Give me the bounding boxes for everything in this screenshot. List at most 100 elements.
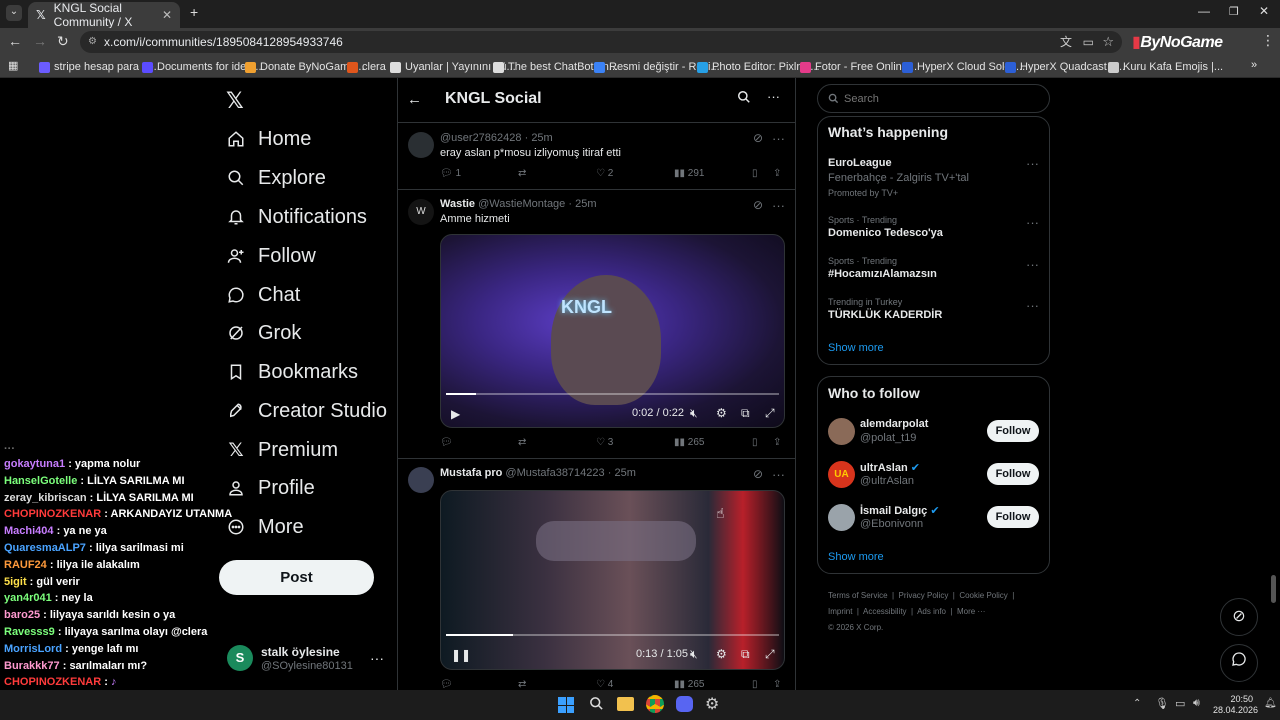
tweet-more-icon[interactable]: ··· xyxy=(772,198,785,213)
avatar[interactable]: S xyxy=(227,645,253,671)
nav-follow[interactable]: Follow xyxy=(226,241,316,271)
trend-more-icon[interactable]: ··· xyxy=(1026,156,1039,171)
retweet-button[interactable]: ⇄ xyxy=(518,168,526,179)
taskbar-search-icon[interactable] xyxy=(589,696,604,714)
restore-button[interactable]: ❐ xyxy=(1229,5,1239,18)
active-tab[interactable]: 𝕏 KNGL Social Community / X ✕ xyxy=(28,1,180,29)
network-icon[interactable]: ▭ xyxy=(1175,697,1185,710)
bookmark-item[interactable]: Kuru Kafa Emojis |... xyxy=(1108,59,1223,75)
nav-notifications[interactable]: Notifications xyxy=(226,202,367,232)
grok-icon[interactable]: ⊘ xyxy=(753,467,763,481)
trend-name[interactable]: #HocamızıAlamazsın xyxy=(828,268,937,280)
trend-more-icon[interactable]: ··· xyxy=(1026,298,1039,313)
retweet-button[interactable]: ⇄ xyxy=(518,679,526,690)
follow-button[interactable]: Follow xyxy=(987,463,1039,485)
tweet-time[interactable]: 25m xyxy=(614,467,635,479)
back-arrow-icon[interactable]: ← xyxy=(407,91,422,108)
menu-icon[interactable]: ⋮ xyxy=(1261,32,1275,49)
search-input[interactable] xyxy=(844,90,1034,107)
nav-home[interactable]: Home xyxy=(226,124,311,154)
follow-button[interactable]: Follow xyxy=(987,506,1039,528)
bookmark-icon[interactable]: ▯ xyxy=(752,679,758,690)
grok-icon[interactable]: ⊘ xyxy=(753,198,763,212)
tweet-handle[interactable]: @Mustafa38714223 xyxy=(505,467,604,479)
mute-icon[interactable]: 🔇︎ xyxy=(690,406,698,421)
avatar[interactable] xyxy=(408,132,434,158)
discord-icon[interactable] xyxy=(676,696,693,712)
trend-more-icon[interactable]: ··· xyxy=(1026,257,1039,272)
bynogame-extension[interactable]: ▮ByNoGame xyxy=(1132,32,1223,52)
more-bookmarks-icon[interactable]: » xyxy=(1251,59,1257,71)
search-box[interactable] xyxy=(817,84,1050,113)
footer-link[interactable]: Privacy Policy xyxy=(899,591,949,600)
settings-gear-icon[interactable]: ⚙ xyxy=(705,694,719,714)
share-icon[interactable]: ⇪ xyxy=(773,168,781,179)
translate-icon[interactable]: 文 xyxy=(1060,31,1072,53)
tab-search-button[interactable]: ⌄ xyxy=(6,5,22,21)
file-explorer-icon[interactable] xyxy=(617,697,634,711)
pause-icon[interactable]: ❚❚ xyxy=(451,648,471,662)
play-icon[interactable]: ▶ xyxy=(451,407,460,421)
nav-premium[interactable]: 𝕏 Premium xyxy=(226,435,338,465)
back-icon[interactable]: ← xyxy=(8,33,22,49)
video-player[interactable]: ☝ ❚❚ 0:13 / 1:05 🔇︎ ⚙ ⧉ ⤢ xyxy=(440,490,785,670)
fullscreen-icon[interactable]: ⤢ xyxy=(765,647,775,662)
nav-chat[interactable]: Chat xyxy=(226,280,300,310)
reload-icon[interactable]: ↻ xyxy=(57,33,69,50)
chrome-icon[interactable] xyxy=(646,695,664,713)
trend-name[interactable]: EuroLeague xyxy=(828,157,892,169)
avatar[interactable]: UA xyxy=(828,461,855,488)
trend-name[interactable]: TÜRKLÜK KADERDİR xyxy=(828,309,942,321)
tray-chevron-icon[interactable]: ⌃ xyxy=(1133,698,1141,709)
nav-bookmarks[interactable]: Bookmarks xyxy=(226,357,358,387)
tweet-time[interactable]: 25m xyxy=(575,198,596,210)
trends-show-more-link[interactable]: Show more xyxy=(828,342,884,354)
new-tab-button[interactable]: + xyxy=(190,4,198,20)
footer-link[interactable]: More ··· xyxy=(957,607,985,616)
tweet-more-icon[interactable]: ··· xyxy=(772,131,785,146)
grok-icon[interactable]: ⊘ xyxy=(753,131,763,145)
star-icon[interactable]: ☆ xyxy=(1102,31,1114,53)
apps-icon[interactable]: ▦ xyxy=(8,59,18,72)
notifications-icon[interactable]: 🔔︎ xyxy=(1264,698,1277,709)
forward-icon[interactable]: → xyxy=(33,33,47,49)
trend-name[interactable]: Domenico Tedesco'ya xyxy=(828,227,943,239)
avatar[interactable] xyxy=(408,467,434,493)
settings-icon[interactable]: ⚙ xyxy=(716,406,727,420)
footer-link[interactable]: Accessibility xyxy=(863,607,907,616)
reply-button[interactable]: 💬︎ xyxy=(440,679,453,690)
reply-button[interactable]: 💬︎ 1 xyxy=(440,168,461,179)
clock[interactable]: 20:50 28.04.2026 xyxy=(1213,694,1258,716)
site-info-icon[interactable]: ⚙ xyxy=(88,31,97,53)
bookmark-icon[interactable]: ▯ xyxy=(752,168,758,179)
microphone-icon[interactable]: 🎙︎ xyxy=(1155,697,1169,710)
suggested-user-name[interactable]: İsmail Dalgıç ✔ xyxy=(860,504,940,517)
tweet-author-name[interactable]: Wastie xyxy=(440,198,475,210)
pip-icon[interactable]: ⧉ xyxy=(741,406,750,421)
account-more-icon[interactable]: ··· xyxy=(370,650,384,666)
windows-start-icon[interactable] xyxy=(558,697,574,713)
reply-button[interactable]: 💬︎ xyxy=(440,437,453,448)
tweet-author-name[interactable]: Mustafa pro xyxy=(440,467,502,479)
like-button[interactable]: ♡ 4 xyxy=(596,679,613,690)
nav-creator-studio[interactable]: Creator Studio xyxy=(226,396,387,426)
bookmark-item[interactable]: Documents for iden... xyxy=(142,59,262,75)
grok-fab-icon[interactable]: ⊘ xyxy=(1220,598,1258,636)
chat-fab-icon[interactable] xyxy=(1220,644,1258,682)
video-progress-bar[interactable] xyxy=(446,634,779,636)
retweet-button[interactable]: ⇄ xyxy=(518,437,526,448)
nav-profile[interactable]: Profile xyxy=(226,473,315,503)
settings-icon[interactable]: ⚙ xyxy=(716,647,727,661)
minimize-button[interactable]: — xyxy=(1198,4,1210,18)
page-scrollbar[interactable] xyxy=(1271,575,1276,603)
footer-link[interactable]: Imprint xyxy=(828,607,852,616)
close-icon[interactable]: ✕ xyxy=(162,8,172,22)
views-button[interactable]: ▮▮ 265 xyxy=(674,437,704,448)
tweet-handle[interactable]: @WastieMontage xyxy=(478,198,565,210)
footer-link[interactable]: Terms of Service xyxy=(828,591,888,600)
views-button[interactable]: ▮▮ 265 xyxy=(674,679,704,690)
like-button[interactable]: ♡ 2 xyxy=(596,168,613,179)
footer-link[interactable]: Ads info xyxy=(917,607,946,616)
trend-more-icon[interactable]: ··· xyxy=(1026,215,1039,230)
video-player[interactable]: KNGL ▶ 0:02 / 0:22 🔇︎ ⚙ ⧉ ⤢ xyxy=(440,234,785,428)
